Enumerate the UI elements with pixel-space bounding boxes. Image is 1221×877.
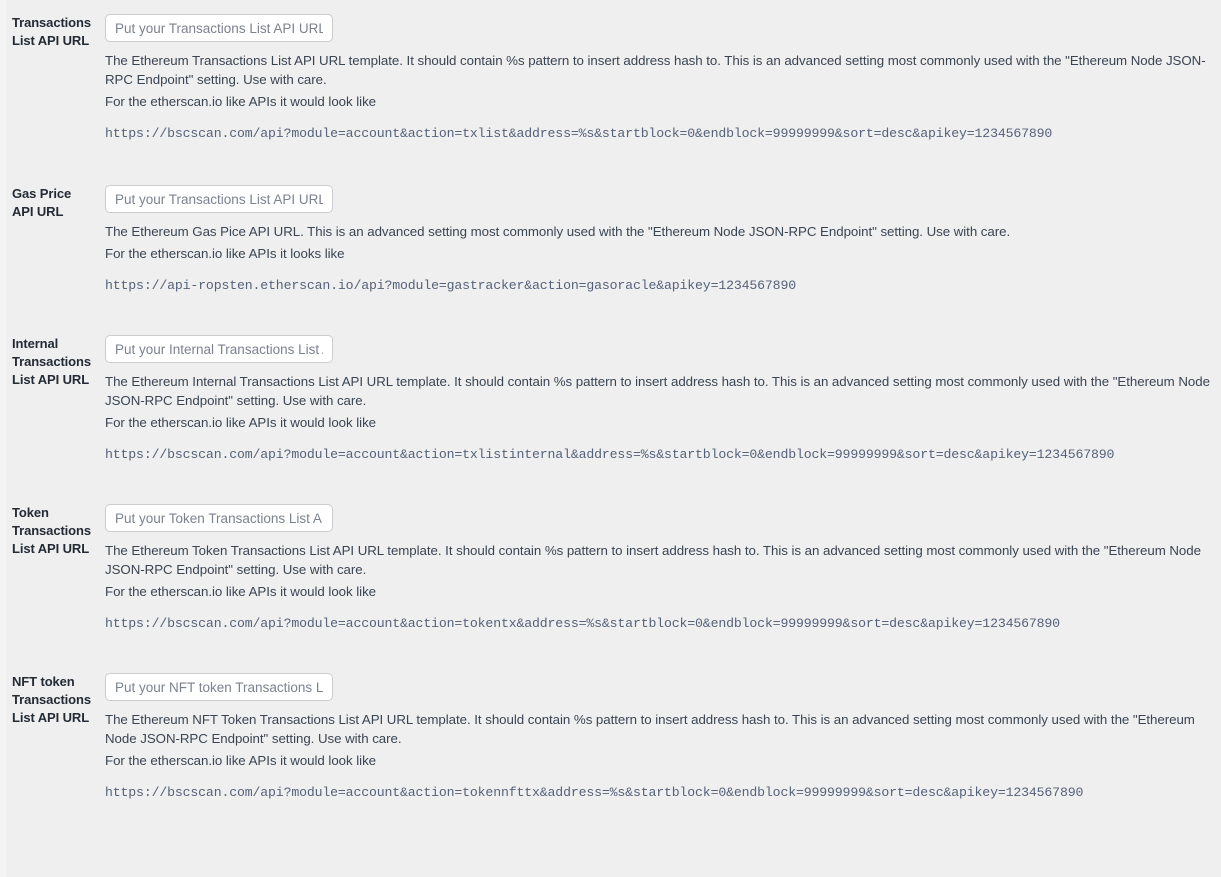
setting-label: Transactions List API URL [12, 15, 91, 48]
setting-help-primary: The Ethereum Gas Pice API URL. This is a… [105, 224, 1011, 239]
setting-row-token-transactions: Token Transactions List API URL The Ethe… [0, 464, 1221, 633]
setting-help-secondary: For the etherscan.io like APIs it would … [105, 415, 377, 430]
setting-code-example: https://bscscan.com/api?module=account&a… [105, 785, 1084, 800]
setting-content: The Ethereum NFT Token Transactions List… [95, 673, 1213, 802]
settings-page: Transactions List API URL The Ethereum T… [0, 0, 1221, 877]
setting-help-secondary: For the etherscan.io like APIs it would … [105, 584, 377, 599]
internal-transactions-list-api-url-input[interactable] [105, 335, 333, 363]
setting-label: Token Transactions List API URL [12, 505, 91, 556]
setting-help-secondary: For the etherscan.io like APIs it looks … [105, 246, 345, 261]
setting-content: The Ethereum Token Transactions List API… [95, 504, 1213, 633]
setting-label: Gas Price API URL [12, 186, 72, 219]
setting-content: The Ethereum Transactions List API URL t… [95, 14, 1213, 143]
setting-code-example: https://bscscan.com/api?module=account&a… [105, 126, 1053, 141]
setting-help-secondary: For the etherscan.io like APIs it would … [105, 94, 377, 109]
setting-help-primary: The Ethereum Internal Transactions List … [105, 374, 1210, 408]
setting-label: Internal Transactions List API URL [12, 336, 91, 387]
setting-content: The Ethereum Gas Pice API URL. This is a… [95, 185, 1213, 295]
setting-help-primary: The Ethereum Transactions List API URL t… [105, 53, 1206, 87]
setting-row-nft-token-transactions: NFT token Transactions List API URL The … [0, 633, 1221, 802]
setting-content: The Ethereum Internal Transactions List … [95, 335, 1213, 464]
gas-price-api-url-input[interactable] [105, 185, 333, 213]
setting-code-example: https://api-ropsten.etherscan.io/api?mod… [105, 278, 796, 293]
transactions-list-api-url-input[interactable] [105, 14, 333, 42]
setting-row-internal-transactions: Internal Transactions List API URL The E… [0, 295, 1221, 464]
setting-row-transactions-list: Transactions List API URL The Ethereum T… [0, 0, 1221, 143]
api-settings-form: Transactions List API URL The Ethereum T… [0, 0, 1221, 802]
setting-code-example: https://bscscan.com/api?module=account&a… [105, 616, 1060, 631]
setting-label: NFT token Transactions List API URL [12, 674, 91, 725]
nft-token-transactions-list-api-url-input[interactable] [105, 673, 333, 701]
setting-help-primary: The Ethereum NFT Token Transactions List… [105, 712, 1195, 746]
setting-row-gas-price: Gas Price API URL The Ethereum Gas Pice … [0, 143, 1221, 295]
setting-code-example: https://bscscan.com/api?module=account&a… [105, 447, 1115, 462]
setting-help-secondary: For the etherscan.io like APIs it would … [105, 753, 377, 768]
token-transactions-list-api-url-input[interactable] [105, 504, 333, 532]
setting-help-primary: The Ethereum Token Transactions List API… [105, 543, 1201, 577]
